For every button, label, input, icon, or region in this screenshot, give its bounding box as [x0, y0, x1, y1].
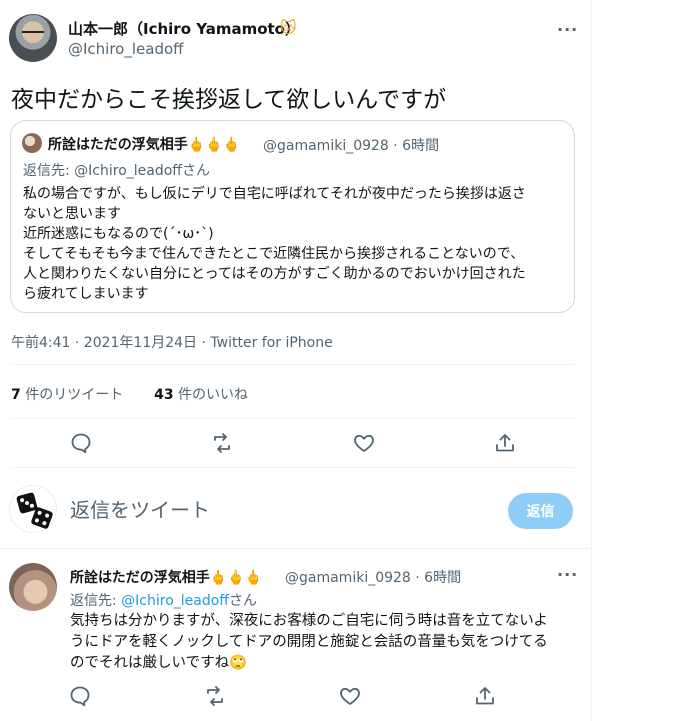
like-stat[interactable]: 43 件のいいね [154, 387, 248, 403]
quoted-tweet-text: 私の場合ですが、もし仮にデリで自宅に呼ばれてそれが夜中だったら挨拶は返さ ないと… [23, 184, 571, 304]
reply-author-name[interactable]: 所詮はただの浮気相手🖕🖕🖕 [70, 567, 262, 587]
cat-emoji-icon: 🐱 [280, 18, 297, 37]
heart-icon[interactable] [352, 431, 376, 455]
quoted-line: ら疲れてしまいます [23, 286, 149, 302]
share-icon[interactable] [473, 684, 497, 708]
more-icon[interactable]: ··· [557, 565, 578, 584]
quoted-reply-to: 返信先: @Ichiro_leadoffさん [23, 163, 210, 179]
reply-to-suffix: さん [228, 593, 257, 609]
comment-icon[interactable] [69, 431, 93, 455]
comment-icon[interactable] [68, 684, 92, 708]
reply-to-prefix: 返信先: [70, 593, 122, 609]
divider [10, 467, 575, 468]
reply-line: のでそれは厳しいですね🙄 [70, 655, 248, 671]
quoted-line: ないと思います [23, 206, 121, 222]
quoted-line: 近所迷惑にもなるので(´･ω･`) [23, 226, 214, 242]
retweet-stat[interactable]: 7 件のリツイート [11, 387, 123, 403]
quoted-author-avatar [22, 133, 42, 153]
author-name[interactable]: 山本一郎（Ichiro Yamamoto） [68, 18, 300, 39]
reply-input[interactable] [70, 498, 490, 522]
reply-line: 気持ちは分かりますが、深夜にお客様のご自宅に伺う時は音を立てないよ [70, 613, 548, 629]
retweet-count: 7 [11, 387, 21, 403]
reply-tweet-text: 気持ちは分かりますが、深夜にお客様のご自宅に伺う時は音を立てないよ うにドアを軽… [70, 611, 548, 674]
quoted-author-name: 所詮はただの浮気相手🖕🖕🖕 [48, 137, 241, 153]
more-icon[interactable]: ··· [557, 20, 578, 39]
quoted-tweet[interactable]: 所詮はただの浮気相手🖕🖕🖕 @gamamiki_0928 · 6時間 返信先: … [10, 120, 575, 313]
tweet-column: 山本一郎（Ichiro Yamamoto） 🐱 @Ichiro_leadoff … [0, 0, 592, 721]
retweet-icon[interactable] [203, 684, 227, 708]
reply-to-link[interactable]: @Ichiro_leadoff [121, 593, 229, 609]
retweet-label: 件のリツイート [20, 387, 124, 403]
tweet-text: 夜中だからこそ挨拶返して欲しいんですが [11, 87, 447, 113]
reply-button[interactable]: 返信 [508, 493, 573, 529]
quoted-handle-time: @gamamiki_0928 · 6時間 [263, 138, 440, 154]
retweet-icon[interactable] [210, 431, 234, 455]
author-avatar[interactable] [9, 14, 57, 62]
divider [10, 364, 575, 365]
tweet-stats: 7 件のリツイート 43 件のいいね [11, 384, 248, 404]
quoted-line: 人と関わりたくない自分にとってはその方がすごく助かるのでおいかけ回された [23, 266, 526, 282]
like-count: 43 [154, 387, 174, 403]
heart-icon[interactable] [338, 684, 362, 708]
like-label: 件のいいね [173, 387, 249, 403]
reply-line: うにドアを軽くノックしてドアの開閉と施錠と会話の音量も気をつけてる [70, 634, 548, 650]
share-icon[interactable] [493, 431, 517, 455]
tweet-timestamp[interactable]: 午前4:41 · 2021年11月24日 · Twitter for iPhon… [11, 332, 333, 352]
divider [0, 548, 592, 549]
reply-author-avatar[interactable] [9, 563, 57, 611]
divider [10, 418, 575, 419]
quoted-line: 私の場合ですが、もし仮にデリで自宅に呼ばれてそれが夜中だったら挨拶は返さ [23, 186, 526, 202]
reply-to: 返信先: @Ichiro_leadoffさん [70, 590, 257, 610]
quoted-line: そしてそもそも今まで住んできたとこで近隣住民から挨拶されることないので、 [23, 246, 525, 262]
author-handle[interactable]: @Ichiro_leadoff [68, 40, 183, 58]
dice-icon [9, 485, 57, 533]
reply-handle-time[interactable]: @gamamiki_0928 · 6時間 [285, 567, 461, 587]
